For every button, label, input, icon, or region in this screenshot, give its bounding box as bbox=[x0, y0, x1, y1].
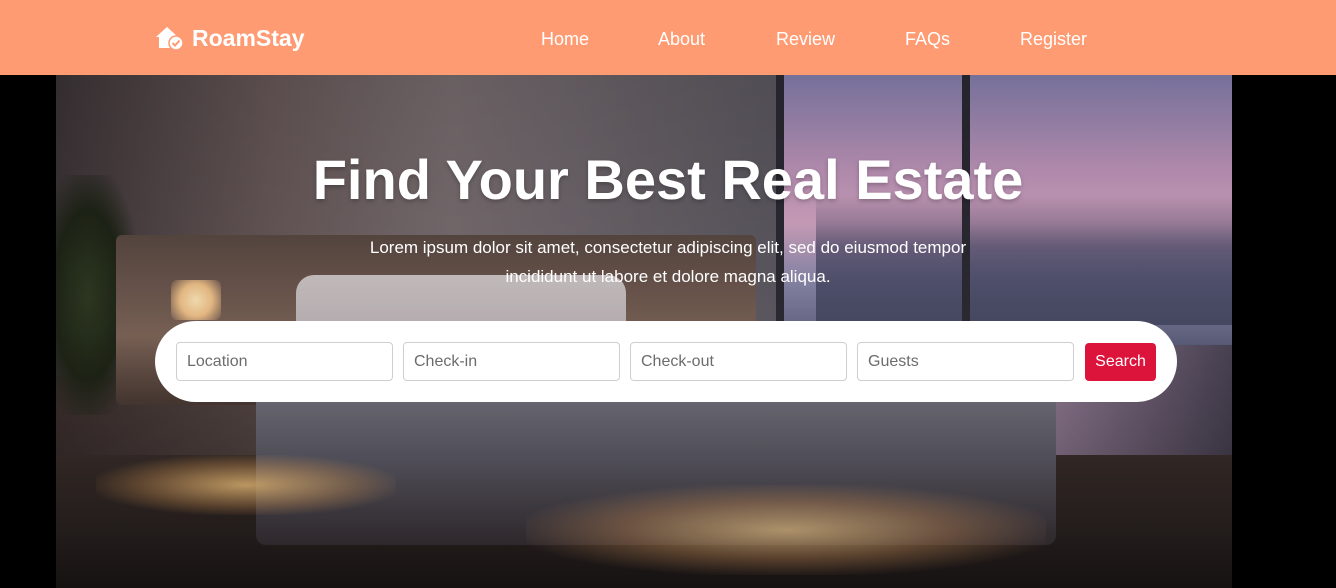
nav-home-link[interactable]: Home bbox=[541, 29, 589, 50]
checkin-input[interactable] bbox=[403, 342, 620, 381]
nav-faqs-link[interactable]: FAQs bbox=[905, 29, 950, 50]
hero-section: Find Your Best Real Estate Lorem ipsum d… bbox=[0, 75, 1336, 588]
nav-review-link[interactable]: Review bbox=[776, 29, 835, 50]
hero-subtitle: Lorem ipsum dolor sit amet, consectetur … bbox=[369, 238, 967, 286]
search-bar: Search bbox=[155, 321, 1177, 402]
search-button[interactable]: Search bbox=[1085, 343, 1156, 381]
nav-register-link[interactable]: Register bbox=[1020, 29, 1087, 50]
navbar: RoamStay Home About Review FAQs Register bbox=[0, 0, 1336, 75]
hero-title: Find Your Best Real Estate bbox=[312, 148, 1024, 211]
nav-links: Home About Review FAQs Register bbox=[0, 29, 1336, 51]
guests-input[interactable] bbox=[857, 342, 1074, 381]
checkout-input[interactable] bbox=[630, 342, 847, 381]
nav-about-link[interactable]: About bbox=[658, 29, 705, 50]
location-input[interactable] bbox=[176, 342, 393, 381]
